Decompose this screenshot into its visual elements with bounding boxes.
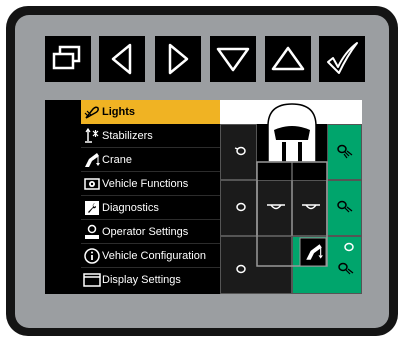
triangle-down-icon	[216, 47, 250, 72]
crane-icon	[304, 242, 324, 262]
display-icon	[83, 271, 101, 289]
triangle-left-icon	[111, 43, 132, 75]
menu-item-vehicle-configuration[interactable]: Vehicle Configuration	[81, 244, 220, 268]
right-button[interactable]	[155, 36, 201, 82]
vehicle-top-view-icon	[256, 103, 328, 267]
menu-item-label: Display Settings	[102, 274, 181, 286]
menu-item-label: Crane	[102, 154, 132, 166]
lights-panel	[220, 100, 362, 294]
work-light-icon	[344, 242, 354, 252]
menu-item-stabilizers[interactable]: Stabilizers	[81, 124, 220, 148]
display-screen: Lights Stabilizers Crane Vehicle Functio…	[45, 100, 362, 294]
menu-item-label: Diagnostics	[102, 202, 159, 214]
operator-icon	[83, 223, 101, 241]
triangle-up-icon	[271, 46, 305, 71]
menu-item-diagnostics[interactable]: Diagnostics	[81, 196, 220, 220]
menu-item-label: Vehicle Configuration	[102, 250, 206, 262]
windows-button[interactable]	[45, 36, 91, 82]
info-icon	[83, 247, 101, 265]
confirm-button[interactable]	[319, 36, 365, 82]
triangle-right-icon	[168, 43, 189, 75]
menu-item-label: Operator Settings	[102, 226, 189, 238]
menu-item-operator-settings[interactable]: Operator Settings	[81, 220, 220, 244]
menu-item-display-settings[interactable]: Display Settings	[81, 268, 220, 292]
wrench-icon	[83, 199, 101, 217]
down-button[interactable]	[210, 36, 256, 82]
lights-icon	[83, 103, 101, 121]
menu-item-label: Lights	[102, 106, 135, 118]
menu-item-lights[interactable]: Lights	[81, 100, 220, 124]
overlapping-windows-icon	[52, 45, 81, 70]
vehicle-functions-icon	[83, 175, 101, 193]
menu-item-crane[interactable]: Crane	[81, 148, 220, 172]
menu-item-label: Stabilizers	[102, 130, 153, 142]
stabilizer-icon	[83, 127, 101, 145]
menu-item-label: Vehicle Functions	[102, 178, 189, 190]
checkmark-icon	[327, 42, 358, 74]
up-button[interactable]	[265, 36, 311, 82]
main-menu: Lights Stabilizers Crane Vehicle Functio…	[45, 100, 220, 294]
left-button[interactable]	[99, 36, 145, 82]
crane-icon	[83, 151, 101, 169]
menu-item-vehicle-functions[interactable]: Vehicle Functions	[81, 172, 220, 196]
